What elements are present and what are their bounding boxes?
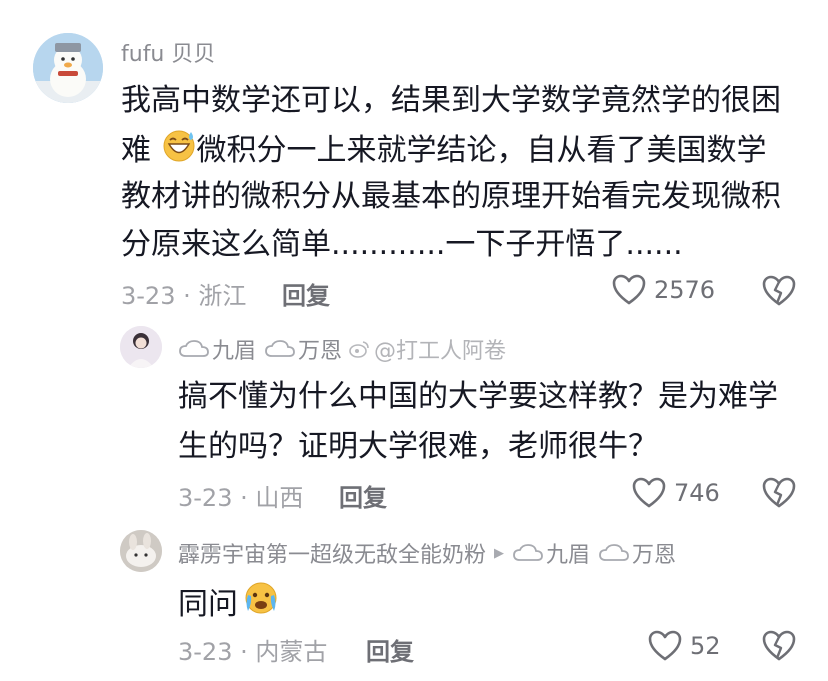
like-count: 746 [674, 479, 720, 507]
like-button[interactable]: 52 [648, 630, 721, 662]
dislike-button[interactable] [762, 630, 796, 666]
reply-username[interactable]: 九眉 [212, 333, 256, 365]
watermark-text: @打工人阿卷 [374, 339, 507, 364]
avatar[interactable] [120, 326, 162, 368]
comment-text-line: 教材讲的微积分从最基本的原理开始看完发现微积 [121, 179, 781, 214]
reply-username[interactable]: 万恩 [298, 333, 342, 365]
reply-to-username[interactable]: 万恩 [632, 537, 676, 569]
heart-icon [648, 630, 682, 661]
comment-text-line: 难 微积分一上来就学结论，自从看了美国数学 [121, 127, 767, 176]
cloud-icon [599, 544, 629, 561]
cloud-icon [179, 340, 209, 357]
grinning-sweat-emoji-icon [161, 127, 197, 176]
cloud-icon [265, 340, 295, 357]
crying-face-emoji-icon [242, 579, 280, 630]
reply-arrow-icon: ▶ [494, 545, 505, 561]
person-avatar-icon [120, 326, 162, 368]
snowman-avatar-icon [33, 33, 103, 103]
dislike-button[interactable] [762, 477, 796, 513]
comment-text-fragment: 难 [121, 133, 151, 168]
reply-to-username[interactable]: 九眉 [546, 537, 590, 569]
comment-timestamp-location: 3-23 · 内蒙古 [178, 638, 328, 666]
comment-text-line: 我高中数学还可以，结果到大学数学竟然学的很困 [121, 83, 781, 118]
like-count: 52 [690, 632, 721, 660]
heart-icon [612, 274, 646, 305]
dislike-button[interactable] [762, 275, 796, 311]
weibo-icon [349, 341, 369, 358]
comment-timestamp-location: 3-23 · 山西 [178, 484, 304, 512]
heart-icon [632, 477, 666, 508]
cloud-icon [513, 544, 543, 561]
reply-button[interactable]: 回复 [282, 276, 330, 311]
reply-button[interactable]: 回复 [366, 632, 414, 667]
comment-text-line: 搞不懂为什么中国的大学要这样教？是为难学 [178, 379, 778, 414]
broken-heart-icon [762, 477, 796, 508]
comment-text-line: 生的吗？证明大学很难，老师很牛？ [178, 429, 658, 464]
like-button[interactable]: 2576 [612, 274, 715, 306]
comment-text: 同问 [178, 586, 238, 622]
reply-header: 九眉 万恩 @打工人阿卷 [178, 333, 506, 365]
reply-button[interactable]: 回复 [339, 478, 387, 513]
reply-header: 霹雳宇宙第一超级无敌全能奶粉 ▶ 九眉 万恩 [178, 537, 676, 569]
like-count: 2576 [654, 276, 716, 304]
comment-timestamp-location: 3-23 · 浙江 [121, 282, 247, 310]
comment-text-line: 分原来这么简单............一下子开悟了...... [121, 227, 683, 262]
comment-text-line: 同问 [178, 579, 280, 630]
rabbit-avatar-icon [120, 530, 162, 572]
reply-username[interactable]: 霹雳宇宙第一超级无敌全能奶粉 [178, 537, 486, 569]
comment-text-fragment: 微积分一上来就学结论，自从看了美国数学 [196, 133, 767, 168]
broken-heart-icon [762, 275, 796, 306]
avatar[interactable] [33, 33, 103, 103]
comment-username[interactable]: fufu 贝贝 [121, 36, 215, 68]
avatar[interactable] [120, 530, 162, 572]
like-button[interactable]: 746 [632, 477, 720, 509]
broken-heart-icon [762, 630, 796, 661]
